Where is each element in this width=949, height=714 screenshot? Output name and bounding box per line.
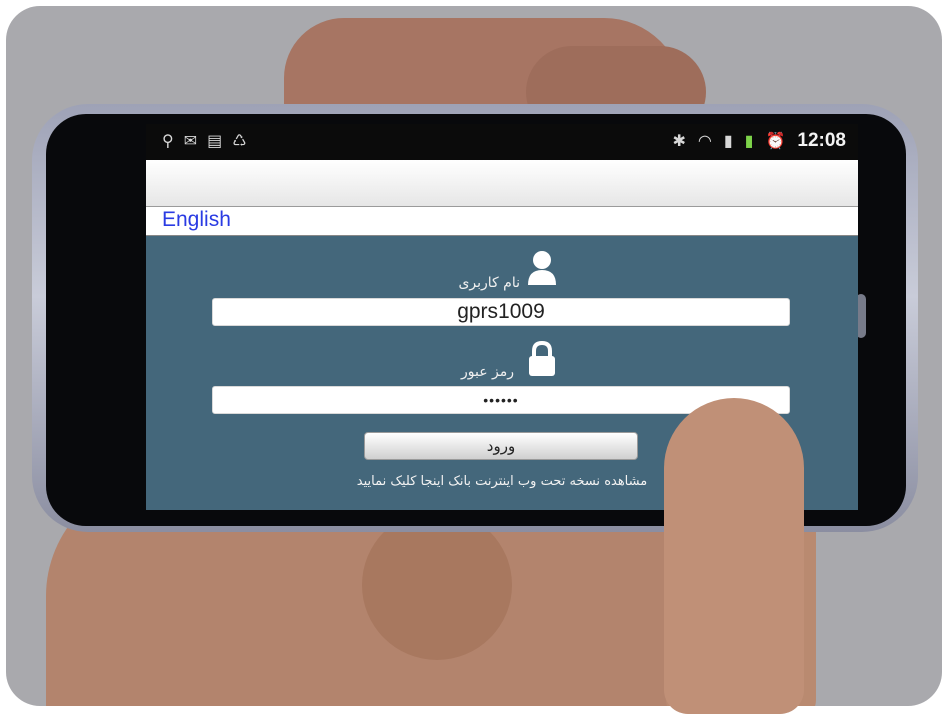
signal-icon: ▮ <box>723 131 733 150</box>
language-bar: English <box>146 207 858 236</box>
battery-icon: ▮ <box>744 131 754 150</box>
usb-icon: ⚲ <box>162 131 174 150</box>
wifi-icon: ◠ <box>697 131 712 150</box>
status-time: 12:08 <box>797 130 846 151</box>
username-label: نام کاربری <box>458 275 520 291</box>
password-label: رمز عبور <box>460 364 514 380</box>
app-title-bar <box>146 160 858 207</box>
username-input[interactable]: gprs1009 <box>212 298 790 326</box>
recycle-icon: ♺ <box>232 131 247 150</box>
status-bar: ⚲ ✉ ▤ ♺ ✱ ◠ ▮ ▮ ⏰ 12:08 <box>146 124 858 160</box>
status-left-icons: ⚲ ✉ ▤ ♺ <box>162 130 247 152</box>
english-link[interactable]: English <box>162 208 231 232</box>
trash-icon: ▤ <box>207 131 223 150</box>
alarm-icon: ⏰ <box>765 131 786 150</box>
login-button[interactable]: ورود <box>364 432 638 460</box>
lock-icon <box>526 340 558 382</box>
mail-icon: ✉ <box>183 131 198 150</box>
thumb-left <box>362 510 512 660</box>
user-icon <box>526 250 558 290</box>
foreground-thumb <box>664 398 804 714</box>
status-right-icons: ✱ ◠ ▮ ▮ ⏰ 12:08 <box>672 130 846 152</box>
bluetooth-icon: ✱ <box>672 131 686 150</box>
